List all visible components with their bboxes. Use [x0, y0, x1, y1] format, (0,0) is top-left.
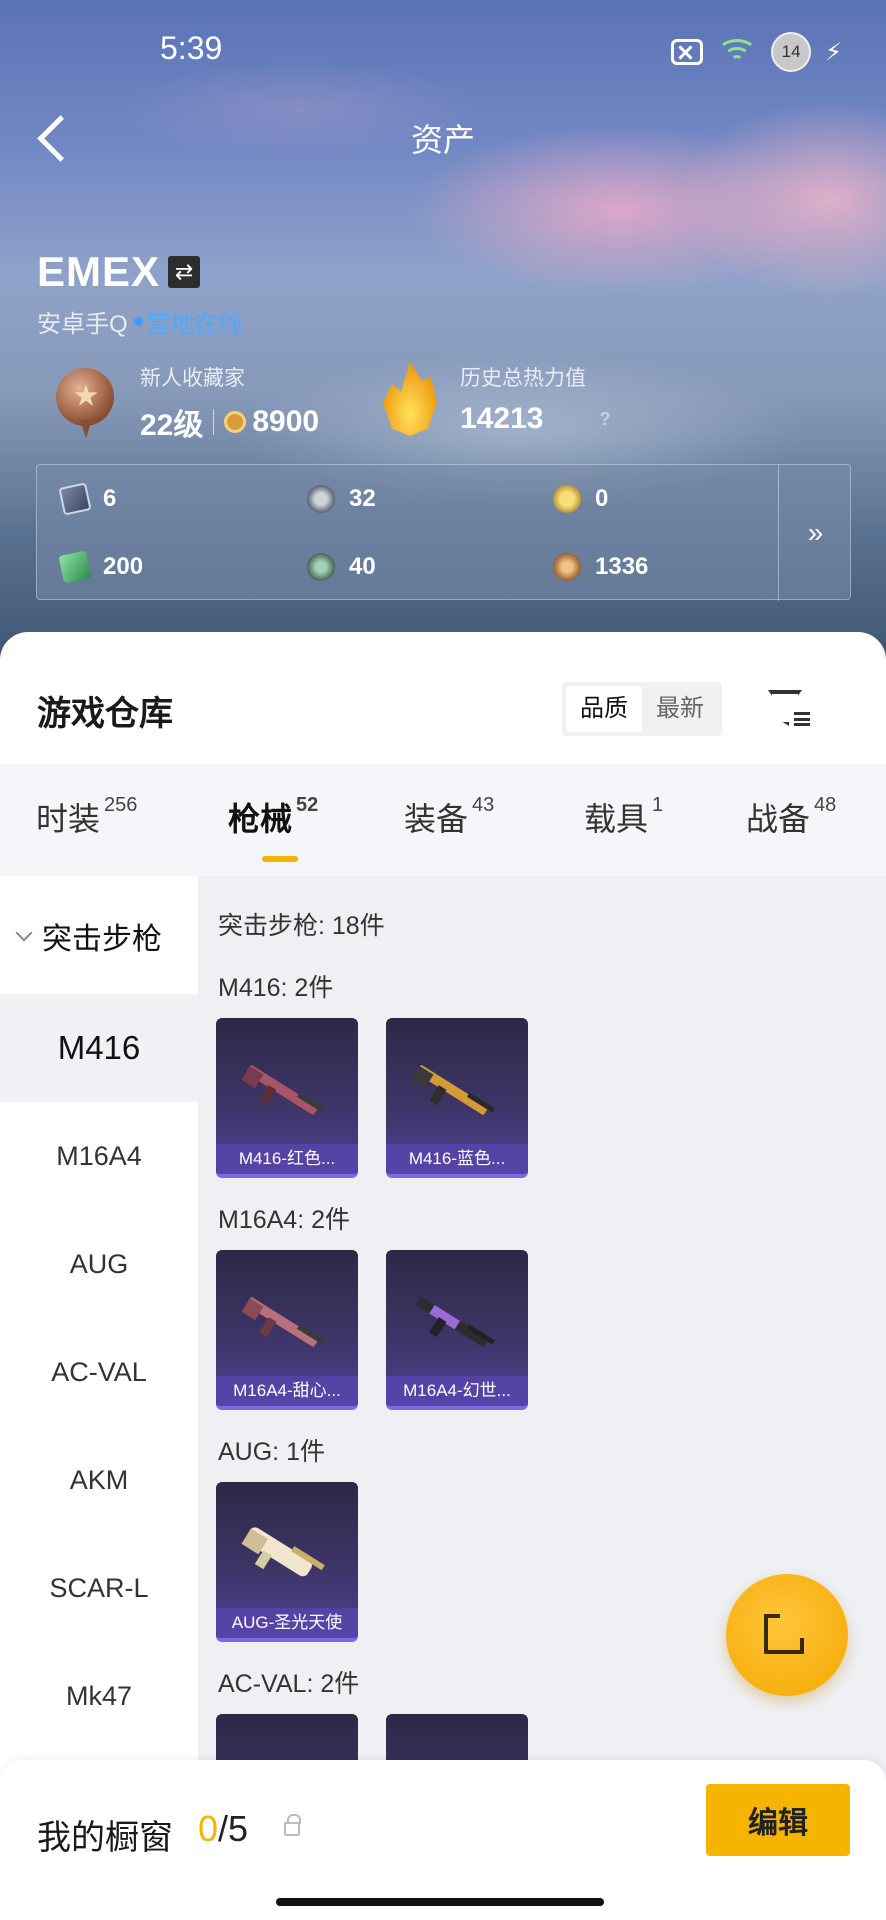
currency-panel: 6 32 0 200 40 1336 »: [36, 464, 852, 601]
weapon-card[interactable]: M416-蓝色...: [386, 1018, 528, 1178]
stat-item: 1336: [553, 553, 648, 581]
rifle-icon: [416, 1297, 496, 1347]
tab-underline: [262, 856, 298, 862]
tab-equipment[interactable]: 装备 43: [404, 794, 494, 840]
gold-coin-icon: [553, 485, 581, 513]
warehouse-sheet: 游戏仓库 品质 最新 时装 256 枪械 52 装备 43 载具 1 战备 48 突击步枪…: [0, 632, 886, 1920]
tab-vehicles[interactable]: 载具 1: [584, 794, 663, 840]
category-tabs: 时装 256 枪械 52 装备 43 载具 1 战备 48: [0, 764, 886, 876]
online-status: 营地在线: [146, 311, 243, 338]
rifle-icon: [241, 1065, 326, 1115]
sidebar-group-header[interactable]: 突击步枪: [15, 914, 162, 958]
heat-title: 历史总热力值: [460, 367, 586, 390]
dark-coin-icon: [307, 553, 335, 581]
silver-coin-icon: [307, 485, 335, 513]
lock-icon: [284, 1814, 301, 1836]
level-value: 22级: [140, 409, 204, 442]
showcase-bar: 我的橱窗 0/5 编辑: [0, 1760, 886, 1920]
platform-label: 安卓手Q: [37, 311, 128, 338]
weapon-card[interactable]: M16A4-甜心...: [216, 1250, 358, 1410]
stat-item: 0: [553, 485, 608, 513]
heat-value: 14213: [460, 402, 544, 435]
username-row: EMEX ⇄: [37, 248, 201, 296]
stat-item: 6: [58, 482, 116, 516]
wifi-icon: [717, 39, 758, 65]
username: EMEX: [37, 248, 161, 295]
status-time: 5:39: [160, 30, 223, 66]
expand-stats-button[interactable]: »: [779, 465, 852, 601]
green-card-icon: [58, 550, 92, 584]
sidebar-item-scar-l[interactable]: SCAR-L: [0, 1534, 198, 1642]
edit-showcase-button[interactable]: 编辑: [706, 1784, 850, 1856]
tab-costume[interactable]: 时装 256: [36, 794, 137, 840]
weapon-card[interactable]: M416-红色...: [216, 1018, 358, 1178]
heat-block: 历史总热力值 14213 ?: [380, 362, 610, 436]
rifle-icon: [411, 1065, 496, 1115]
sidebar-item-m416[interactable]: M416: [0, 994, 198, 1102]
showcase-label: 我的橱窗: [37, 1819, 173, 1857]
warehouse-title: 游戏仓库: [37, 695, 173, 733]
home-indicator[interactable]: [276, 1898, 604, 1906]
status-icons: 14 ⚡: [671, 32, 842, 72]
group-title: M416: 2件: [218, 974, 334, 1002]
sidebar-item-akm[interactable]: AKM: [0, 1426, 198, 1534]
page-title: 资产: [410, 122, 475, 158]
sort-quality-button[interactable]: 品质: [566, 686, 642, 732]
coin-value: 8900: [252, 405, 320, 438]
card-icon: [58, 482, 92, 516]
weapon-card[interactable]: M16A4-幻世...: [386, 1250, 528, 1410]
share-icon: [764, 1614, 804, 1654]
tab-supplies[interactable]: 战备 48: [746, 794, 836, 840]
battery-icon: 14: [771, 32, 812, 72]
sidebar-item-mk47[interactable]: Mk47: [0, 1642, 198, 1750]
sidebar-item-m16a4[interactable]: M16A4: [0, 1102, 198, 1210]
help-icon[interactable]: ?: [599, 409, 610, 430]
stat-item: 200: [58, 550, 143, 584]
coin-icon: [224, 411, 247, 433]
rifle-icon: [241, 1297, 326, 1347]
group-title: M16A4: 2件: [218, 1206, 351, 1234]
share-button[interactable]: [726, 1574, 848, 1696]
sort-latest-button[interactable]: 最新: [642, 686, 718, 732]
sim-off-icon: [671, 39, 704, 65]
group-title: AC-VAL: 2件: [218, 1670, 360, 1698]
chevron-down-icon: [15, 924, 33, 942]
flame-icon: [383, 362, 437, 436]
account-info: 安卓手Q 营地在线: [37, 304, 243, 339]
collector-level[interactable]: 新人收藏家 22级 8900: [56, 362, 319, 444]
showcase-count: 0/5: [198, 1808, 249, 1849]
weapon-card[interactable]: AUG-圣光天使: [216, 1482, 358, 1642]
medal-icon: [56, 362, 116, 438]
filter-icon[interactable]: [766, 686, 812, 732]
status-bar: 5:39 14 ⚡: [0, 0, 886, 100]
tab-guns[interactable]: 枪械 52: [228, 794, 318, 840]
stat-item: 32: [307, 485, 376, 513]
collector-title: 新人收藏家: [140, 367, 245, 390]
sidebar-item-aug[interactable]: AUG: [0, 1210, 198, 1318]
charging-icon: ⚡: [825, 38, 842, 66]
rifle-icon: [241, 1527, 325, 1577]
bronze-coin-icon: [553, 553, 581, 581]
sort-toggle: 品质 最新: [562, 682, 722, 736]
switch-account-icon[interactable]: ⇄: [168, 256, 201, 288]
category-summary: 突击步枪: 18件: [218, 912, 385, 940]
sidebar-item-ac-val[interactable]: AC-VAL: [0, 1318, 198, 1426]
online-dot-icon: [133, 317, 143, 326]
group-title: AUG: 1件: [218, 1438, 325, 1466]
stat-item: 40: [307, 553, 376, 581]
